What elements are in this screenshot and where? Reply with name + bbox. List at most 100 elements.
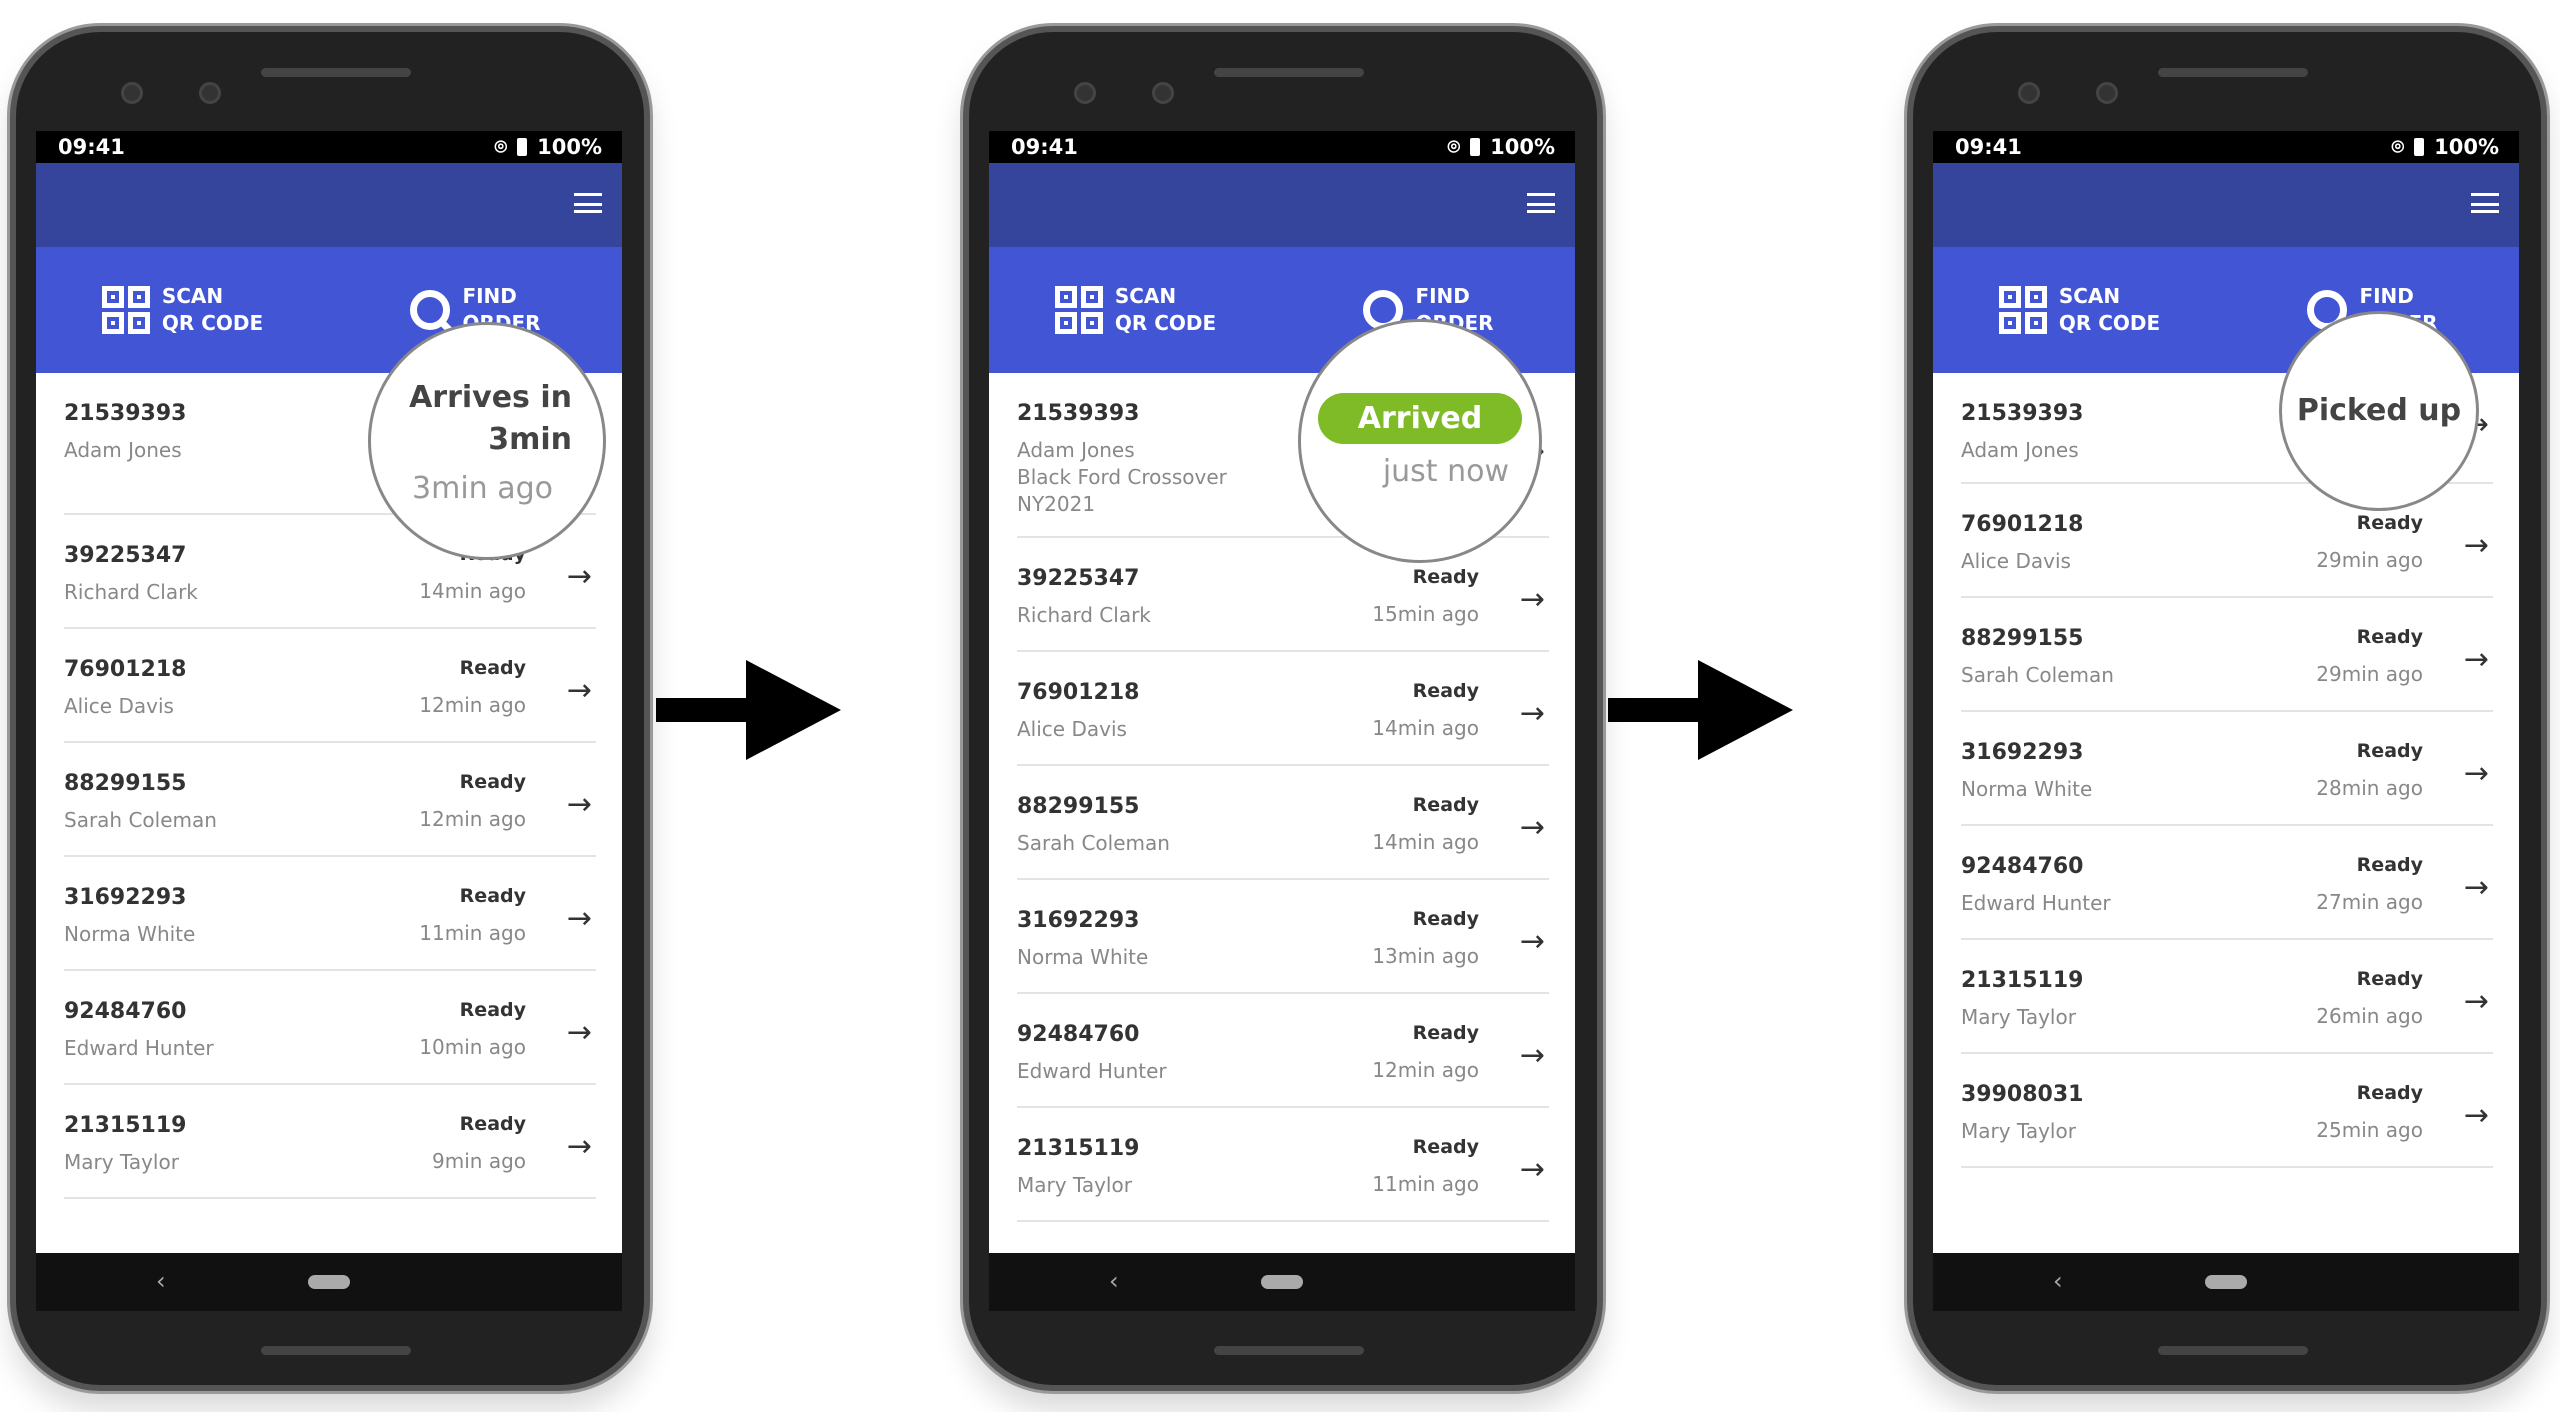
arrow-right-icon[interactable]: → xyxy=(567,559,592,594)
scan-label: SCAN xyxy=(1114,284,1177,308)
customer-name: Sarah Coleman xyxy=(1017,831,1170,855)
time-ago: 11min ago xyxy=(419,921,526,945)
order-id: 21539393 xyxy=(1961,401,2084,426)
time-ago: 12min ago xyxy=(1372,1058,1479,1082)
camera xyxy=(2018,82,2040,104)
location-icon: ⌾ xyxy=(1447,134,1461,159)
arrow-right-icon[interactable]: → xyxy=(1520,1152,1545,1187)
time-ago: 14min ago xyxy=(419,579,526,603)
hamburger-menu-icon[interactable] xyxy=(2471,193,2499,213)
scan-qr-code-button[interactable]: SCAN QR CODE xyxy=(1933,283,2226,337)
scan-qr-code-button[interactable]: SCAN QR CODE xyxy=(989,283,1282,337)
speaker xyxy=(261,68,411,77)
order-row[interactable]: 88299155 Sarah Coleman Ready 14min ago → xyxy=(1017,766,1549,880)
back-icon[interactable]: ‹ xyxy=(156,1267,166,1295)
order-row[interactable]: 88299155 Sarah Coleman Ready 12min ago → xyxy=(64,743,596,857)
plate: NY2021 xyxy=(1017,492,1096,516)
flow-arrow-1 xyxy=(656,660,841,760)
customer-info: Richard Clark xyxy=(1017,602,1151,629)
status-bar: 09:41 ⌾ 100% xyxy=(36,131,622,163)
order-row[interactable]: 31692293 Norma White Ready 11min ago → xyxy=(64,857,596,971)
arrow-right-icon[interactable]: → xyxy=(2464,756,2489,791)
status-label: Ready xyxy=(459,885,526,907)
status-label: Ready xyxy=(1412,1022,1479,1044)
order-row[interactable]: 39908031 Mary Taylor Ready 25min ago → xyxy=(1961,1054,2493,1168)
customer-name: Adam Jones xyxy=(1961,438,2079,462)
order-row[interactable]: 88299155 Sarah Coleman Ready 29min ago → xyxy=(1961,598,2493,712)
app-header xyxy=(989,163,1575,247)
speaker xyxy=(261,1346,411,1355)
arrow-right-icon[interactable]: → xyxy=(1520,810,1545,845)
arrow-right-icon[interactable]: → xyxy=(1520,1038,1545,1073)
order-id: 92484760 xyxy=(64,999,187,1024)
arrow-right-icon[interactable]: → xyxy=(2464,870,2489,905)
order-row[interactable]: 39225347 Richard Clark Ready 15min ago → xyxy=(1017,538,1549,652)
time-ago: 25min ago xyxy=(2316,1118,2423,1142)
order-row[interactable]: 21315119 Mary Taylor Ready 9min ago → xyxy=(64,1085,596,1199)
order-id: 21539393 xyxy=(64,401,187,426)
time-ago: 14min ago xyxy=(1372,830,1479,854)
status-bar: 09:41 ⌾ 100% xyxy=(989,131,1575,163)
customer-name: Alice Davis xyxy=(1017,717,1127,741)
home-button[interactable] xyxy=(2205,1275,2247,1289)
arrow-right-icon[interactable]: → xyxy=(2464,642,2489,677)
hamburger-menu-icon[interactable] xyxy=(574,193,602,213)
arrow-right-icon[interactable]: → xyxy=(2464,1098,2489,1133)
customer-name: Sarah Coleman xyxy=(64,808,217,832)
back-icon[interactable]: ‹ xyxy=(1109,1267,1119,1295)
order-row[interactable]: 21315119 Mary Taylor Ready 11min ago → xyxy=(1017,1108,1549,1222)
arrow-right-icon[interactable]: → xyxy=(1520,924,1545,959)
status-label: Ready xyxy=(1412,1136,1479,1158)
arrow-right-icon[interactable]: → xyxy=(567,673,592,708)
home-button[interactable] xyxy=(1261,1275,1303,1289)
phone-2: 09:41 ⌾100% SCANQR CODE FINDORDER 215393… xyxy=(963,26,1603,1391)
order-row[interactable]: 31692293 Norma White Ready 13min ago → xyxy=(1017,880,1549,994)
app-header xyxy=(36,163,622,247)
customer-info: Alice Davis xyxy=(1017,716,1127,743)
scan-qr-code-button[interactable]: SCAN QR CODE xyxy=(36,283,329,337)
status-label: Ready xyxy=(459,999,526,1021)
arrow-right-icon[interactable]: → xyxy=(567,1015,592,1050)
location-icon: ⌾ xyxy=(494,134,508,159)
customer-info: Alice Davis xyxy=(64,693,174,720)
phone-1: 09:41 ⌾100% SCANQR CODE FINDORDER 215393… xyxy=(10,26,650,1391)
time-ago: 15min ago xyxy=(1372,602,1479,626)
qr-code-icon xyxy=(1054,286,1103,334)
qr-code-icon xyxy=(101,286,150,334)
customer-name: Norma White xyxy=(1961,777,2093,801)
customer-name: Edward Hunter xyxy=(1017,1059,1167,1083)
app-header xyxy=(1933,163,2519,247)
camera xyxy=(1152,82,1174,104)
arrow-right-icon[interactable]: → xyxy=(567,901,592,936)
hamburger-menu-icon[interactable] xyxy=(1527,193,1555,213)
scan-label: SCAN xyxy=(161,284,224,308)
arrow-right-icon[interactable]: → xyxy=(2464,528,2489,563)
customer-name: Norma White xyxy=(64,922,196,946)
customer-info: Edward Hunter xyxy=(1017,1058,1167,1085)
order-id: 21315119 xyxy=(1017,1136,1140,1161)
order-row[interactable]: 21315119 Mary Taylor Ready 26min ago → xyxy=(1961,940,2493,1054)
order-row[interactable]: 76901218 Alice Davis Ready 14min ago → xyxy=(1017,652,1549,766)
magnifier-callout: Arrives in 3min 3min ago xyxy=(368,322,606,560)
arrow-right-icon[interactable]: → xyxy=(1520,582,1545,617)
order-id: 39225347 xyxy=(1017,566,1140,591)
order-id: 76901218 xyxy=(1017,680,1140,705)
order-row[interactable]: 31692293 Norma White Ready 28min ago → xyxy=(1961,712,2493,826)
customer-info: Richard Clark xyxy=(64,579,198,606)
arrow-right-icon[interactable]: → xyxy=(1520,696,1545,731)
arrow-right-icon[interactable]: → xyxy=(2464,984,2489,1019)
back-icon[interactable]: ‹ xyxy=(2053,1267,2063,1295)
customer-info: Norma White xyxy=(64,921,195,948)
magnifier-callout: Picked up xyxy=(2279,311,2479,511)
order-row[interactable]: 92484760 Edward Hunter Ready 27min ago → xyxy=(1961,826,2493,940)
qr-code-label: QR CODE xyxy=(1114,311,1217,335)
home-button[interactable] xyxy=(308,1275,350,1289)
order-row[interactable]: 92484760 Edward Hunter Ready 10min ago → xyxy=(64,971,596,1085)
app-screen: 09:41 ⌾100% SCANQR CODE FINDORDER 215393… xyxy=(36,131,622,1311)
customer-name: Mary Taylor xyxy=(64,1150,179,1174)
arrow-right-icon[interactable]: → xyxy=(567,787,592,822)
arrow-right-icon[interactable]: → xyxy=(567,1129,592,1164)
order-row[interactable]: 76901218 Alice Davis Ready 12min ago → xyxy=(64,629,596,743)
customer-info: Mary Taylor xyxy=(64,1149,179,1176)
order-row[interactable]: 92484760 Edward Hunter Ready 12min ago → xyxy=(1017,994,1549,1108)
